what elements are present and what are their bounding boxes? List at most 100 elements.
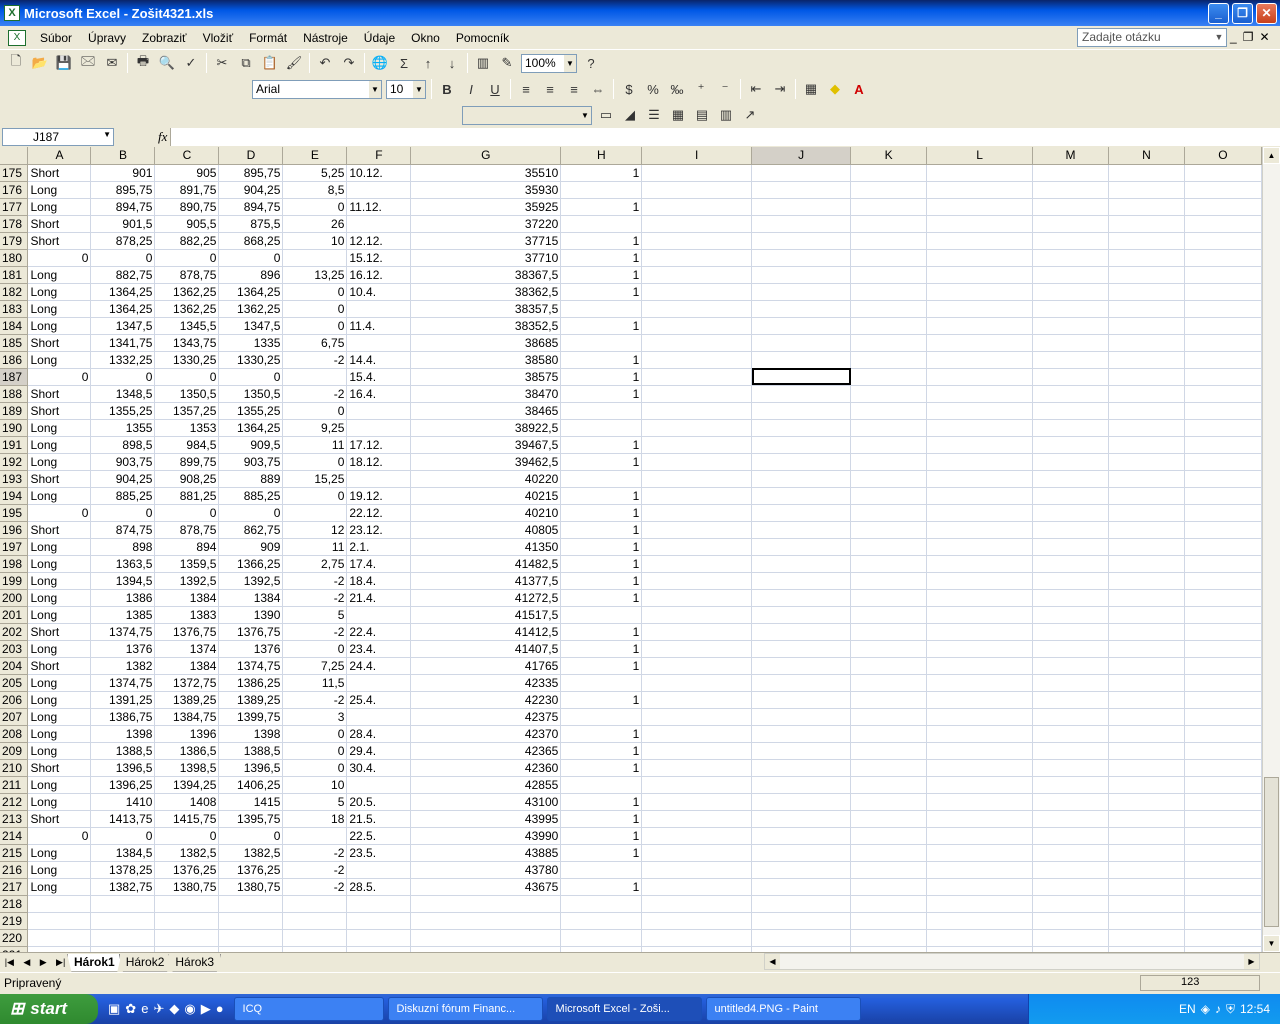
cell[interactable]: 0 [154,504,220,522]
cell[interactable] [1032,589,1109,607]
cell[interactable]: Short [27,402,92,420]
cell[interactable]: 908,25 [154,470,220,488]
cell[interactable]: 875,5 [218,215,284,233]
scroll-right-icon[interactable]: ▶ [1244,954,1259,969]
cell[interactable] [641,640,753,658]
formula-input[interactable] [170,128,1280,146]
cell[interactable] [751,657,852,675]
cell[interactable] [1184,742,1262,760]
row-header[interactable]: 213 [0,810,29,828]
row-header[interactable]: 189 [0,402,29,420]
cell[interactable]: 1 [560,436,643,454]
cell[interactable]: 1384 [154,657,220,675]
cell[interactable] [1108,776,1185,794]
cell[interactable] [218,912,284,930]
column-header-g[interactable]: G [410,147,562,165]
cell[interactable]: 1398,5 [154,759,220,777]
cell[interactable]: 895,75 [90,181,156,199]
cell[interactable] [1184,385,1262,403]
cell[interactable]: 1406,25 [218,776,284,794]
cell[interactable] [926,249,1034,267]
font-color-icon[interactable]: A [848,78,870,100]
cell[interactable] [1032,504,1109,522]
firefox-icon[interactable]: ◉ [184,1001,195,1017]
cell[interactable] [751,623,852,641]
cell[interactable]: 0 [282,317,348,335]
cell[interactable] [1032,538,1109,556]
cut-icon[interactable]: ✂ [211,52,233,74]
cell[interactable] [926,844,1034,862]
tab-harok2[interactable]: Hárok2 [118,953,172,972]
cell[interactable]: 1 [560,725,643,743]
cell[interactable] [1184,844,1262,862]
cell[interactable] [751,640,852,658]
cell[interactable] [1032,691,1109,709]
cell[interactable] [1184,895,1262,913]
doc-close-button[interactable]: ✕ [1259,30,1269,44]
cell[interactable]: 1374 [154,640,220,658]
row-header[interactable]: 219 [0,912,29,930]
cell[interactable] [926,181,1034,199]
cell[interactable] [850,759,928,777]
cell[interactable]: 41377,5 [410,572,562,590]
cell[interactable]: 38575 [410,368,562,386]
cell[interactable] [1184,266,1262,284]
cell[interactable] [1032,708,1109,726]
paste-icon[interactable]: 📋 [259,52,281,74]
cell[interactable] [1032,623,1109,641]
menu-upravy[interactable]: Úpravy [80,31,134,45]
cell[interactable] [1184,283,1262,301]
cell[interactable] [1184,470,1262,488]
cell[interactable] [751,827,852,845]
cell[interactable]: Long [27,351,92,369]
row-header[interactable]: 194 [0,487,29,505]
cell[interactable] [751,317,852,335]
fx-icon[interactable]: fx [158,129,167,145]
cell[interactable] [926,810,1034,828]
icq-icon[interactable]: ✿ [125,1001,136,1017]
cell[interactable] [27,929,92,947]
cell[interactable]: 41517,5 [410,606,562,624]
cell[interactable]: 40220 [410,470,562,488]
cell[interactable]: 42855 [410,776,562,794]
cell[interactable] [1108,266,1185,284]
cell[interactable] [1108,249,1185,267]
column-header-c[interactable]: C [154,147,220,165]
cell[interactable]: 38352,5 [410,317,562,335]
cell[interactable]: 5,25 [282,164,348,182]
cell[interactable]: Long [27,436,92,454]
row-header[interactable]: 202 [0,623,29,641]
cell[interactable] [282,368,348,386]
cell[interactable]: Long [27,419,92,437]
cell[interactable]: 1330,25 [218,351,284,369]
cell[interactable]: Long [27,674,92,692]
cell[interactable] [1184,827,1262,845]
chevron-down-icon[interactable]: ▼ [413,80,425,98]
cell[interactable]: Long [27,487,92,505]
cell[interactable]: 38362,5 [410,283,562,301]
cell[interactable] [850,385,928,403]
cell[interactable]: 23.5. [346,844,412,862]
cell[interactable] [560,300,643,318]
cell[interactable] [926,640,1034,658]
cell[interactable]: 909 [218,538,284,556]
cell[interactable] [90,895,156,913]
row-header[interactable]: 200 [0,589,29,607]
cell[interactable] [1032,487,1109,505]
cell[interactable]: 18.12. [346,453,412,471]
cell[interactable]: 1 [560,266,643,284]
row-header[interactable]: 193 [0,470,29,488]
cell[interactable] [751,164,852,182]
cell[interactable]: 1382,5 [218,844,284,862]
cell[interactable] [926,385,1034,403]
cell[interactable] [751,691,852,709]
cell[interactable] [1184,759,1262,777]
chevron-down-icon[interactable]: ▼ [1212,29,1226,46]
row-header[interactable]: 191 [0,436,29,454]
cell[interactable] [346,606,412,624]
chart-wizard-icon[interactable]: ▥ [472,52,494,74]
align-left-icon[interactable]: ≡ [515,78,537,100]
cell[interactable]: 1 [560,640,643,658]
cell[interactable]: 18.4. [346,572,412,590]
chart-objects-select[interactable]: ▼ [462,105,592,125]
